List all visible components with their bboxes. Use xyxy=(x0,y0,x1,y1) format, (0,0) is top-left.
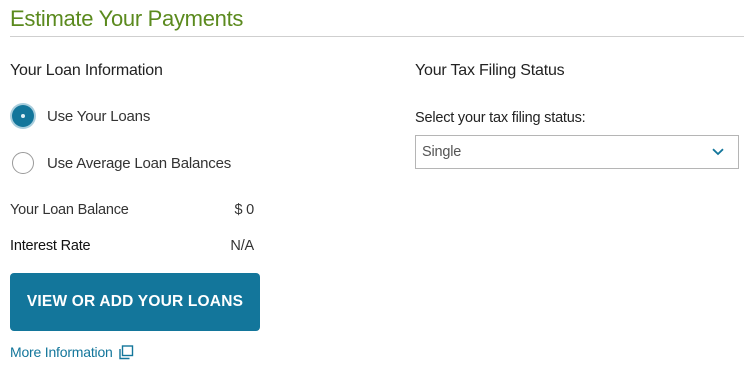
tax-filing-status-value: Single xyxy=(422,144,462,160)
more-information-label: More Information xyxy=(10,344,113,360)
radio-unchecked-indicator[interactable] xyxy=(12,152,34,174)
interest-rate-value: N/A xyxy=(230,238,254,254)
use-average-balances-radio[interactable]: Use Average Loan Balances xyxy=(12,152,231,174)
page-title: Estimate Your Payments xyxy=(10,6,244,31)
chevron-down-icon xyxy=(712,143,724,161)
use-your-loans-radio[interactable]: Use Your Loans xyxy=(12,105,150,127)
loan-balance-value: $ 0 xyxy=(234,202,254,218)
title-divider xyxy=(10,36,744,37)
tax-status-heading: Your Tax Filing Status xyxy=(415,62,565,79)
tax-filing-status-select[interactable]: Single xyxy=(415,135,739,169)
loan-balance-label: Your Loan Balance xyxy=(10,202,129,218)
interest-rate-label: Interest Rate xyxy=(10,238,91,254)
use-your-loans-label: Use Your Loans xyxy=(47,107,151,125)
loan-info-heading: Your Loan Information xyxy=(10,62,163,79)
more-information-link[interactable]: More Information xyxy=(10,344,134,360)
radio-checked-indicator[interactable] xyxy=(12,105,34,127)
view-or-add-loans-button[interactable]: VIEW OR ADD YOUR LOANS xyxy=(10,273,260,331)
radio-dot xyxy=(21,114,25,118)
use-average-balances-label: Use Average Loan Balances xyxy=(47,154,232,172)
external-window-icon xyxy=(118,344,134,360)
tax-status-field-label: Select your tax filing status: xyxy=(415,110,586,126)
